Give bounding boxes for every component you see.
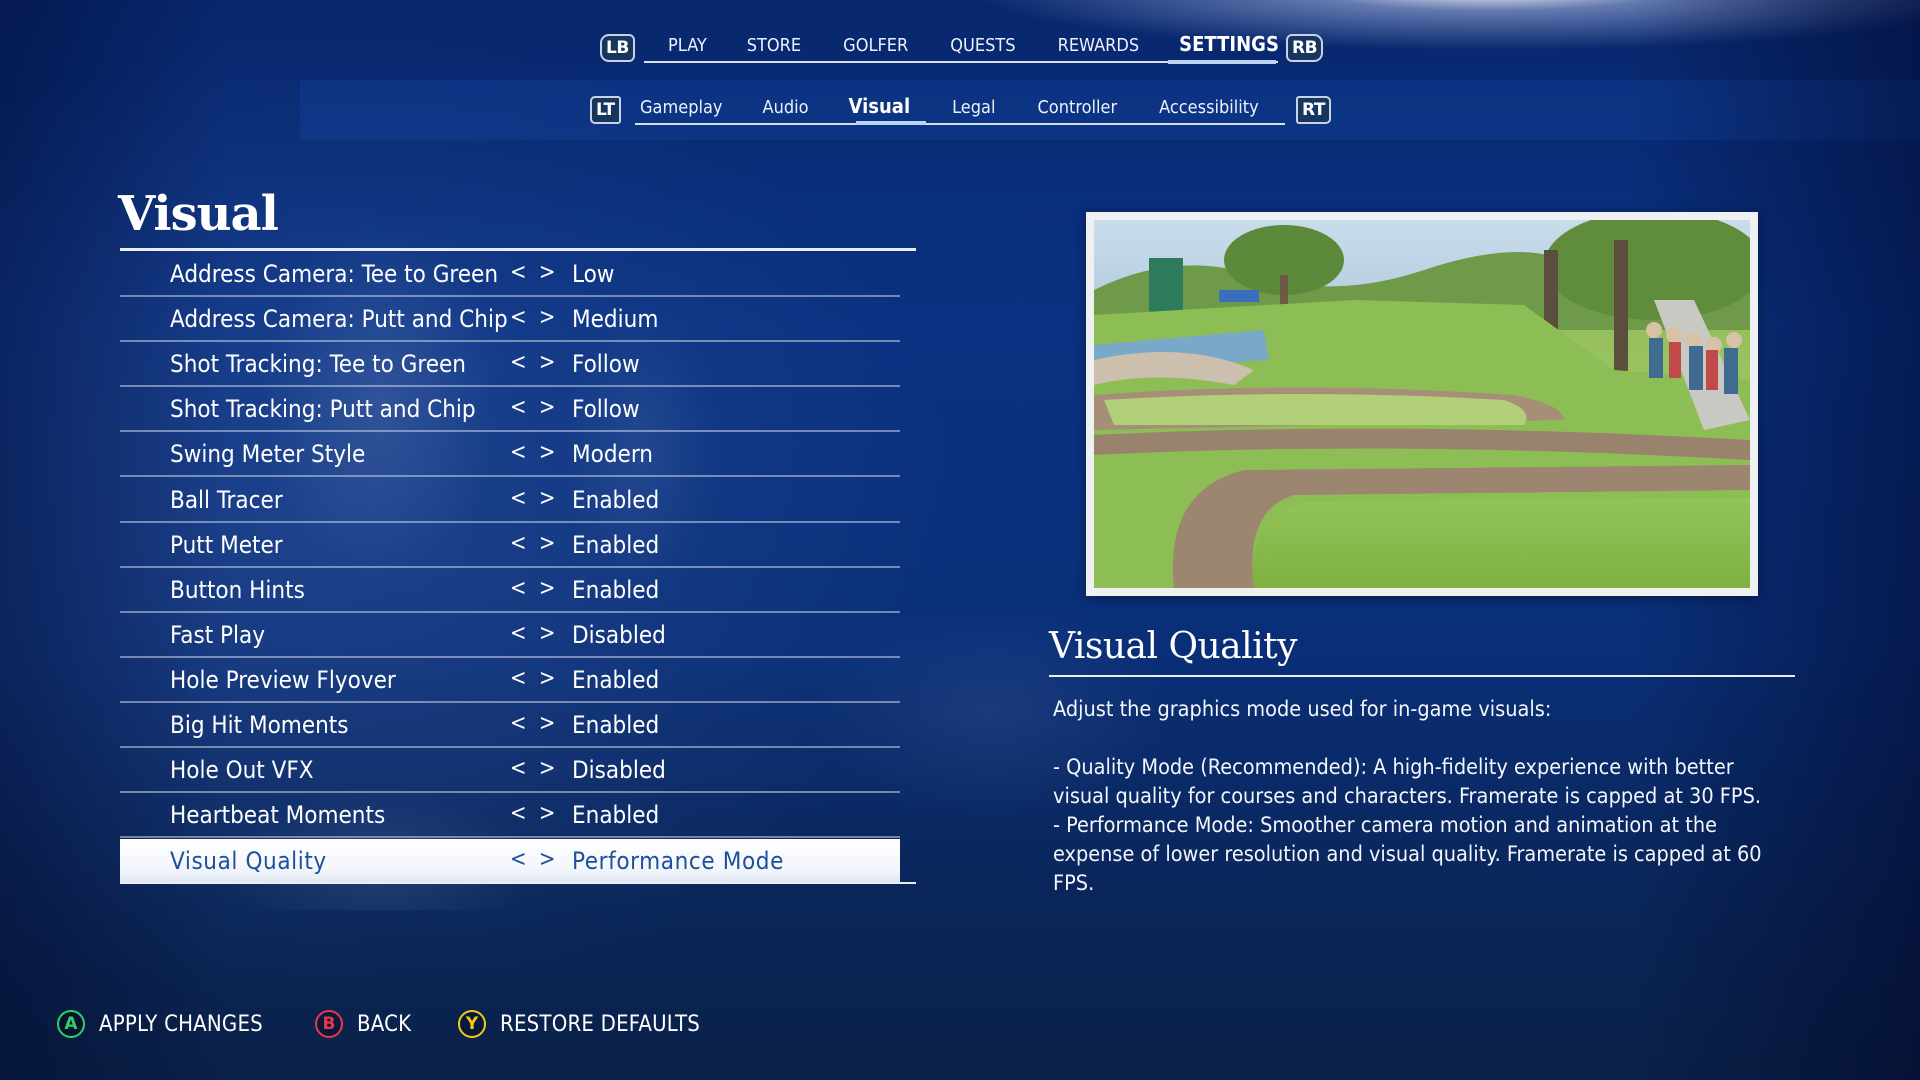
section-title: Visual bbox=[118, 186, 279, 242]
setting-value: Enabled bbox=[572, 575, 660, 604]
row-divider bbox=[120, 836, 900, 839]
setting-cycle-arrows-icon[interactable]: < > bbox=[510, 305, 558, 330]
setting-cycle-arrows-icon[interactable]: < > bbox=[510, 531, 558, 556]
setting-label: Swing Meter Style bbox=[170, 440, 366, 469]
tab-store[interactable]: STORE bbox=[747, 35, 801, 56]
setting-cycle-arrows-icon[interactable]: < > bbox=[510, 260, 558, 285]
detail-performance-mode: - Performance Mode: Smoother camera moti… bbox=[1053, 813, 1762, 896]
tab-golfer[interactable]: GOLFER bbox=[843, 35, 908, 56]
setting-cycle-arrows-icon[interactable]: < > bbox=[510, 395, 558, 420]
setting-value: Enabled bbox=[572, 665, 660, 694]
setting-label: Putt Meter bbox=[170, 530, 283, 559]
y-button-icon: Y bbox=[458, 1010, 486, 1038]
setting-row[interactable]: Fast Play < > Disabled bbox=[120, 613, 900, 658]
setting-value: Disabled bbox=[572, 620, 666, 649]
apply-changes-label: APPLY CHANGES bbox=[99, 1011, 263, 1037]
top-nav: PLAY STORE GOLFER QUESTS REWARDS SETTING… bbox=[668, 32, 1279, 56]
setting-label: Address Camera: Tee to Green bbox=[170, 260, 499, 288]
lb-bumper-icon[interactable]: LB bbox=[600, 34, 635, 62]
back-button[interactable]: B BACK bbox=[315, 1010, 411, 1038]
setting-label: Address Camera: Putt and Chip bbox=[170, 305, 508, 334]
detail-quality-mode: - Quality Mode (Recommended): A high-fid… bbox=[1053, 755, 1761, 809]
top-nav-active-indicator bbox=[1168, 60, 1276, 64]
setting-row[interactable]: Shot Tracking: Putt and Chip < > Follow bbox=[120, 387, 900, 433]
section-title-rule bbox=[120, 248, 916, 251]
tab-quests[interactable]: QUESTS bbox=[950, 35, 1015, 56]
setting-label: Visual Quality bbox=[170, 847, 327, 876]
tab-gameplay[interactable]: Gameplay bbox=[640, 97, 723, 118]
tab-accessibility[interactable]: Accessibility bbox=[1159, 97, 1259, 118]
setting-cycle-arrows-icon[interactable]: < > bbox=[510, 711, 558, 736]
setting-cycle-arrows-icon[interactable]: < > bbox=[510, 440, 558, 465]
setting-value: Low bbox=[572, 260, 615, 288]
setting-row[interactable]: Address Camera: Tee to Green < > Low bbox=[120, 252, 900, 297]
tab-play[interactable]: PLAY bbox=[668, 35, 707, 56]
setting-row[interactable]: Button Hints < > Enabled bbox=[120, 568, 900, 613]
lt-trigger-icon[interactable]: LT bbox=[590, 96, 621, 124]
setting-label: Hole Preview Flyover bbox=[170, 665, 396, 694]
apply-changes-button[interactable]: A APPLY CHANGES bbox=[57, 1010, 263, 1038]
golf-course-preview-image bbox=[1094, 220, 1750, 588]
setting-value: Modern bbox=[572, 440, 653, 469]
setting-label: Fast Play bbox=[170, 620, 266, 649]
setting-row[interactable]: Shot Tracking: Tee to Green < > Follow bbox=[120, 342, 900, 388]
setting-row[interactable]: Hole Preview Flyover < > Enabled bbox=[120, 658, 900, 703]
rb-bumper-icon[interactable]: RB bbox=[1286, 34, 1324, 62]
setting-cycle-arrows-icon[interactable]: < > bbox=[510, 576, 558, 601]
setting-value: Enabled bbox=[572, 801, 660, 830]
tab-settings[interactable]: SETTINGS bbox=[1179, 32, 1279, 56]
setting-label: Button Hints bbox=[170, 575, 305, 604]
setting-label: Ball Tracer bbox=[170, 485, 283, 514]
setting-cycle-arrows-icon[interactable]: < > bbox=[510, 801, 558, 826]
b-button-icon: B bbox=[315, 1010, 343, 1038]
tab-controller[interactable]: Controller bbox=[1037, 97, 1117, 118]
setting-value: Enabled bbox=[572, 711, 660, 739]
detail-title: Visual Quality bbox=[1049, 626, 1297, 667]
detail-title-rule bbox=[1049, 675, 1795, 677]
restore-defaults-label: RESTORE DEFAULTS bbox=[500, 1011, 701, 1037]
setting-row[interactable]: Swing Meter Style < > Modern bbox=[120, 432, 900, 478]
sub-nav: Gameplay Audio Visual Legal Controller A… bbox=[640, 94, 1259, 118]
a-button-icon: A bbox=[57, 1010, 85, 1038]
setting-cycle-arrows-icon[interactable]: < > bbox=[510, 756, 558, 781]
setting-value: Follow bbox=[572, 350, 640, 379]
tab-legal[interactable]: Legal bbox=[952, 97, 995, 118]
setting-label: Hole Out VFX bbox=[170, 756, 314, 785]
setting-cycle-arrows-icon[interactable]: < > bbox=[510, 486, 558, 511]
setting-label: Big Hit Moments bbox=[170, 711, 349, 739]
setting-row[interactable]: Putt Meter < > Enabled bbox=[120, 523, 900, 568]
restore-defaults-button[interactable]: Y RESTORE DEFAULTS bbox=[458, 1010, 700, 1038]
sub-nav-underline bbox=[635, 123, 1285, 125]
setting-label: Heartbeat Moments bbox=[170, 801, 386, 830]
setting-row[interactable]: Big Hit Moments < > Enabled bbox=[120, 703, 900, 748]
setting-label: Shot Tracking: Tee to Green bbox=[170, 350, 466, 379]
setting-row[interactable]: Ball Tracer < > Enabled bbox=[120, 478, 900, 523]
sub-nav-active-indicator bbox=[856, 121, 926, 125]
rt-trigger-icon[interactable]: RT bbox=[1296, 96, 1331, 124]
setting-value: Enabled bbox=[572, 485, 660, 514]
setting-value: Performance Mode bbox=[572, 847, 784, 876]
tab-rewards[interactable]: REWARDS bbox=[1058, 35, 1140, 56]
preview-image-frame bbox=[1086, 212, 1758, 596]
list-bottom-rule bbox=[120, 882, 916, 884]
back-label: BACK bbox=[357, 1011, 412, 1037]
tab-visual[interactable]: Visual bbox=[849, 94, 911, 118]
tab-audio[interactable]: Audio bbox=[763, 97, 809, 118]
setting-row[interactable]: Address Camera: Putt and Chip < > Medium bbox=[120, 297, 900, 343]
setting-row[interactable]: Heartbeat Moments < > Enabled bbox=[120, 793, 900, 839]
setting-row[interactable]: Visual Quality < > Performance Mode bbox=[120, 839, 900, 884]
setting-cycle-arrows-icon[interactable]: < > bbox=[510, 621, 558, 646]
detail-description: Adjust the graphics mode used for in-gam… bbox=[1053, 695, 1793, 898]
setting-value: Disabled bbox=[572, 756, 666, 785]
setting-value: Medium bbox=[572, 305, 659, 334]
setting-row[interactable]: Hole Out VFX < > Disabled bbox=[120, 748, 900, 794]
setting-cycle-arrows-icon[interactable]: < > bbox=[510, 350, 558, 375]
setting-label: Shot Tracking: Putt and Chip bbox=[170, 395, 476, 424]
setting-value: Follow bbox=[572, 395, 640, 424]
setting-cycle-arrows-icon[interactable]: < > bbox=[510, 847, 558, 872]
setting-cycle-arrows-icon[interactable]: < > bbox=[510, 666, 558, 691]
detail-intro: Adjust the graphics mode used for in-gam… bbox=[1053, 697, 1552, 722]
setting-value: Enabled bbox=[572, 530, 660, 559]
